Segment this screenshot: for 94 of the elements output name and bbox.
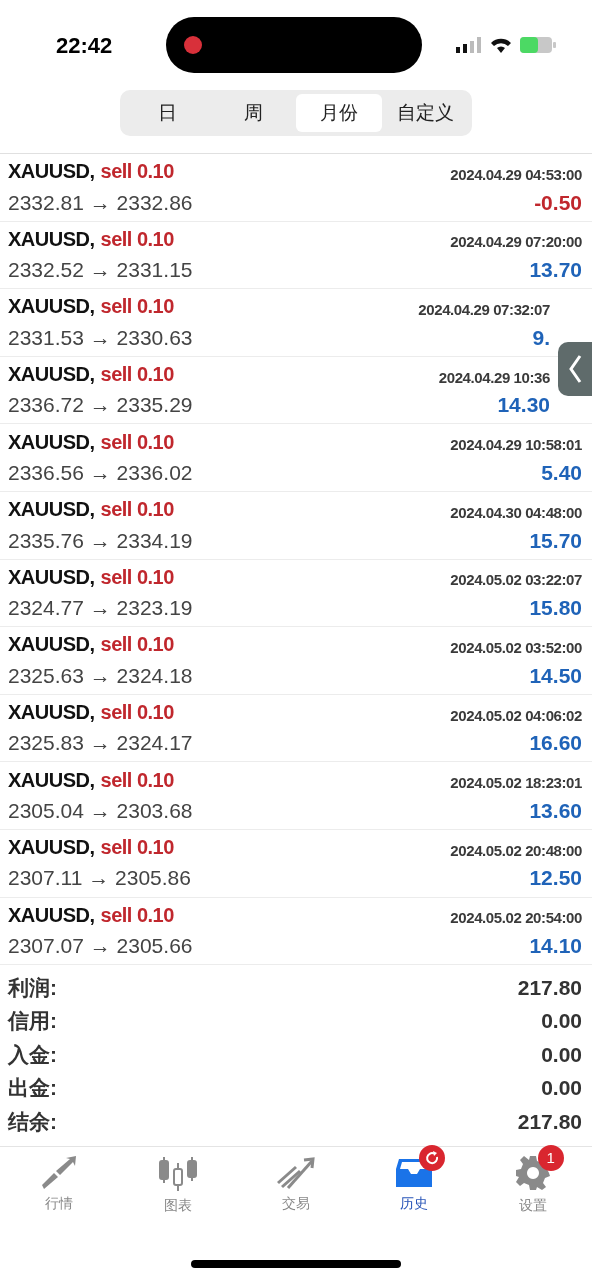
trade-side: sell 0.10: [100, 362, 174, 388]
wifi-icon: [490, 37, 512, 53]
trade-time: 2024.04.29 10:58:01: [450, 435, 582, 456]
summary-label: 出金:: [8, 1075, 57, 1102]
trade-side: sell 0.10: [100, 700, 174, 726]
trade-side: sell 0.10: [100, 497, 174, 523]
trade-side: sell 0.10: [100, 835, 174, 861]
nav-label: 历史: [400, 1194, 429, 1214]
trade-profit: 13.60: [529, 797, 582, 824]
candlestick-icon: [157, 1155, 198, 1192]
summary-label: 利润:: [8, 975, 57, 1002]
trade-symbol: XAUUSD,: [8, 294, 95, 320]
trade-prices: 2336.56 → 2336.02: [8, 459, 193, 486]
summary-value: 0.00: [541, 1041, 582, 1068]
trade-profit: -0.50: [534, 189, 582, 216]
trade-side: sell 0.10: [100, 902, 174, 928]
trade-side: sell 0.10: [100, 564, 174, 590]
trade-time: 2024.05.02 20:48:00: [450, 840, 582, 861]
trade-prices: 2325.83 → 2324.17: [8, 730, 193, 757]
trade-time: 2024.04.29 10:36: [438, 367, 550, 388]
trade-time: 2024.05.02 04:06:02: [450, 705, 582, 726]
trade-symbol: XAUUSD,: [8, 362, 95, 388]
period-tab[interactable]: 周: [210, 94, 296, 132]
trade-prices: 2325.63 → 2324.18: [8, 662, 193, 689]
trade-symbol: XAUUSD,: [8, 835, 95, 861]
period-tab[interactable]: 自定义: [382, 94, 468, 132]
trade-profit: 13.70: [529, 257, 582, 284]
trade-side: sell 0.10: [100, 632, 174, 658]
summary-label: 入金:: [8, 1041, 57, 1068]
trade-profit: 14.50: [529, 662, 582, 689]
notification-badge: 1: [537, 1145, 564, 1172]
trade-symbol: XAUUSD,: [8, 767, 95, 793]
trade-time: 2024.05.02 03:22:07: [450, 570, 582, 591]
battery-icon: [520, 36, 556, 54]
nav-tab[interactable]: 历史: [355, 1155, 474, 1215]
trade-time: 2024.04.29 07:32:07: [418, 300, 550, 320]
nav-tab[interactable]: 图表: [118, 1155, 237, 1217]
trade-time: 2024.04.29 04:53:00: [450, 164, 582, 185]
nav-tab[interactable]: 交易: [236, 1155, 356, 1215]
summary-value: 0.00: [541, 1075, 582, 1102]
trade-prices: 2324.77 → 2323.19: [8, 595, 193, 622]
trade-side: sell 0.10: [100, 159, 174, 185]
summary-label: 结余:: [8, 1108, 57, 1135]
summary-label: 信用:: [8, 1008, 57, 1035]
trade-time: 2024.05.02 18:23:01: [450, 773, 582, 794]
trade-prices: 2307.07 → 2305.66: [8, 933, 193, 960]
trade-profit: 9.: [532, 324, 550, 351]
trade-symbol: XAUUSD,: [8, 632, 95, 658]
trade-prices: 2305.04 → 2303.68: [8, 797, 193, 824]
side-panel-handle[interactable]: [558, 342, 592, 396]
nav-label: 图表: [163, 1196, 192, 1216]
trade-symbol: XAUUSD,: [8, 159, 95, 185]
trade-symbol: XAUUSD,: [8, 564, 95, 590]
trade-time: 2024.04.29 07:20:00: [450, 232, 582, 253]
trade-prices: 2332.81 → 2332.86: [8, 189, 193, 216]
trade-profit: 14.30: [497, 392, 550, 419]
trade-profit: 12.50: [529, 865, 582, 892]
trade-symbol: XAUUSD,: [8, 497, 95, 523]
signal-icon: [456, 37, 482, 53]
trade-symbol: XAUUSD,: [8, 226, 95, 252]
trade-time: 2024.05.02 20:54:00: [450, 908, 582, 929]
trade-profit: 15.70: [529, 527, 582, 554]
nav-label: 交易: [282, 1194, 310, 1214]
period-tab[interactable]: 日: [124, 94, 210, 132]
trade-time: 2024.05.02 03:52:00: [450, 637, 582, 658]
arrows-icon: [40, 1155, 79, 1190]
summary-value: 217.80: [517, 1108, 582, 1135]
trade-symbol: XAUUSD,: [8, 902, 95, 928]
trade-time: 2024.04.30 04:48:00: [450, 502, 582, 523]
period-tab[interactable]: 月份: [296, 94, 382, 132]
trade-profit: 16.60: [529, 730, 582, 757]
status-time: 22:42: [56, 31, 113, 60]
trade-prices: 2336.72 → 2335.29: [8, 392, 193, 419]
nav-label: 设置: [518, 1196, 547, 1216]
trade-profit: 15.80: [529, 595, 582, 622]
summary-value: 217.80: [517, 975, 582, 1002]
trade-side: sell 0.10: [100, 429, 174, 455]
trade-prices: 2335.76 → 2334.19: [8, 527, 193, 554]
nav-label: 行情: [45, 1194, 74, 1214]
trade-prices: 2331.53 → 2330.63: [8, 324, 193, 351]
trade-profit: 14.10: [529, 933, 582, 960]
trade-side: sell 0.10: [100, 294, 174, 320]
trade-side: sell 0.10: [100, 226, 174, 252]
nav-tab[interactable]: 行情: [0, 1155, 119, 1215]
trend-arrow-icon: [276, 1155, 316, 1190]
chevron-left-icon: [568, 354, 582, 384]
trade-profit: 5.40: [541, 459, 582, 486]
refresh-badge-icon: [419, 1145, 446, 1172]
trade-symbol: XAUUSD,: [8, 700, 95, 726]
trade-symbol: XAUUSD,: [8, 429, 95, 455]
trade-prices: 2332.52 → 2331.15: [8, 257, 193, 284]
trade-prices: 2307.11 → 2305.86: [8, 865, 191, 892]
trade-side: sell 0.10: [100, 767, 174, 793]
summary-value: 0.00: [541, 1008, 582, 1035]
